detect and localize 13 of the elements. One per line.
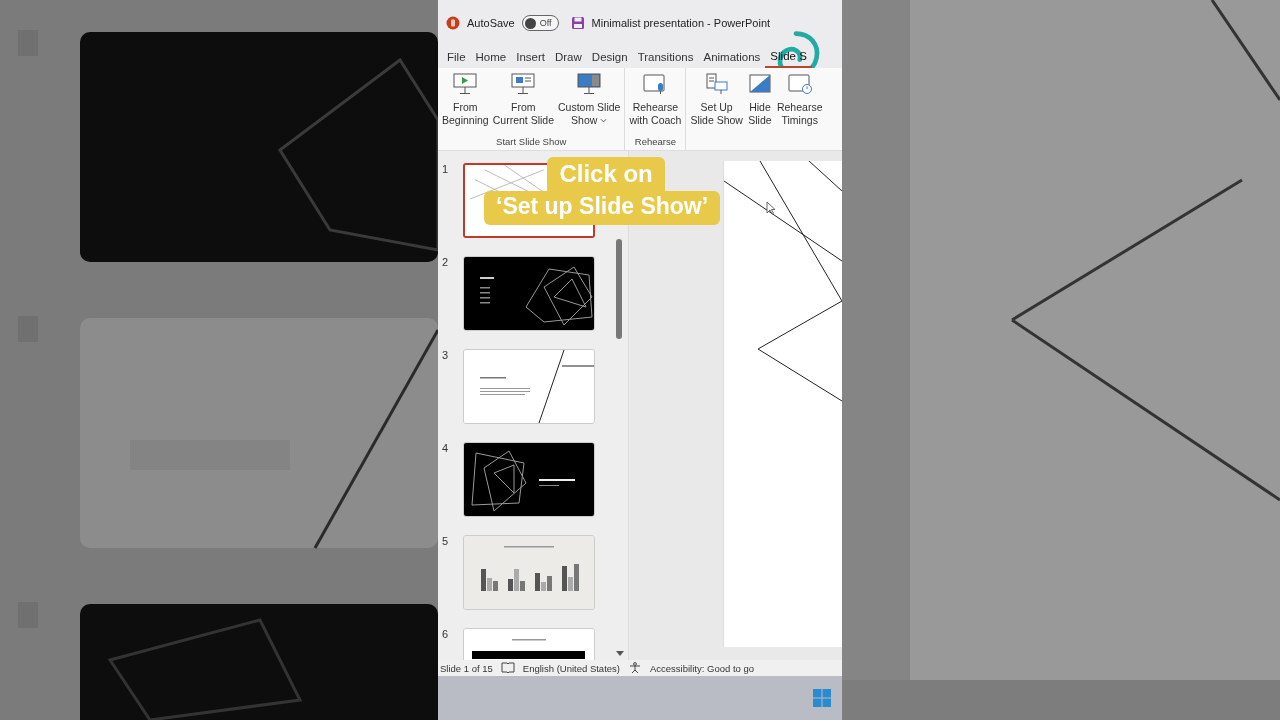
slide-number: 1 <box>442 163 450 177</box>
slide-number: 2 <box>442 256 450 270</box>
slide-number: 6 <box>442 628 450 642</box>
group-label: Rehearse <box>634 136 677 149</box>
slide-number: 3 <box>442 349 450 363</box>
window-title: Minimalist presentation - PowerPoint <box>591 17 771 29</box>
autosave-label: AutoSave <box>467 17 515 29</box>
slide-counter: Slide 1 of 15 <box>440 662 493 674</box>
group-label: Start Slide Show <box>496 136 567 149</box>
slide-number: 5 <box>442 535 450 549</box>
caption-tooltip: ‘Set up Slide Show’ <box>484 191 721 225</box>
slide-number: 4 <box>442 442 450 456</box>
caption-tooltip: Click on <box>547 157 665 191</box>
